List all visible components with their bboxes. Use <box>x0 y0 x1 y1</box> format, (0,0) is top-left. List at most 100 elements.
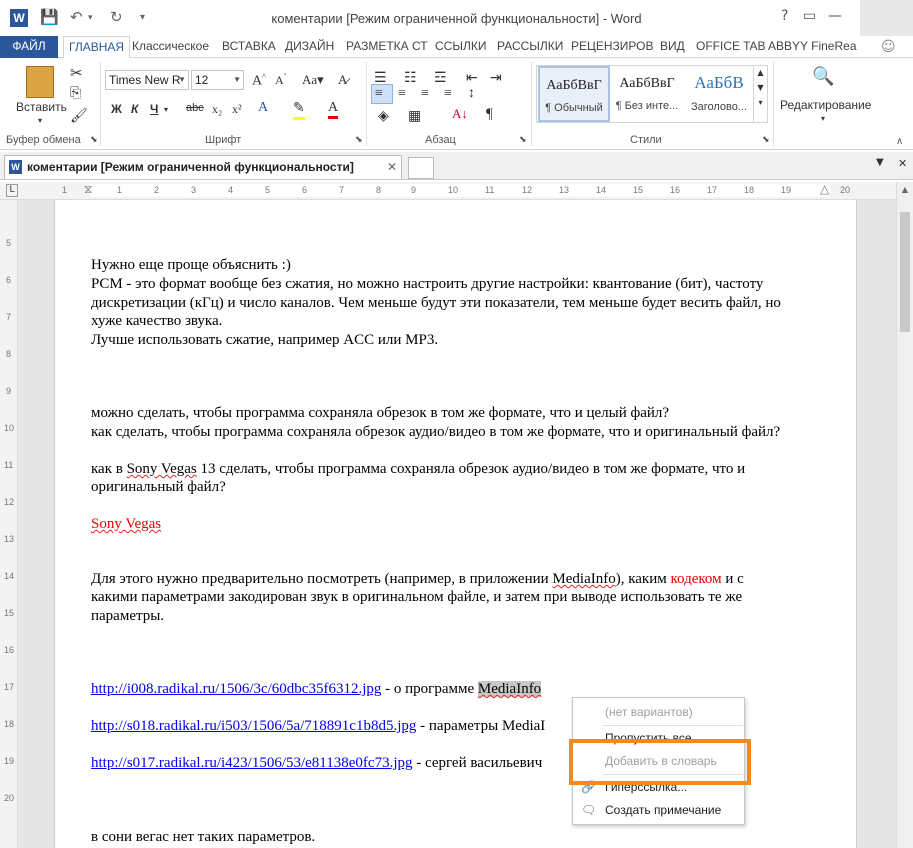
ruler-number: 3 <box>191 185 197 195</box>
tab-home[interactable]: ГЛАВНАЯ <box>63 36 131 59</box>
tab-review[interactable]: РЕЦЕНЗИРОВ <box>566 36 659 58</box>
superscript-button[interactable]: x² <box>232 102 242 117</box>
ribbon-display-icon[interactable]: ▭ <box>803 8 816 24</box>
scrollbar-thumb[interactable] <box>900 212 910 332</box>
font-launcher-icon[interactable]: ⬊ <box>355 134 363 145</box>
styles-group-label: Стили <box>630 134 662 146</box>
title-decoration <box>860 0 913 36</box>
editing-button[interactable]: Редактирование <box>780 98 871 112</box>
align-right-icon[interactable]: ≡ <box>421 86 429 102</box>
tab-layout[interactable]: РАЗМЕТКА СТ <box>341 36 433 58</box>
right-indent-marker-icon[interactable]: △ <box>820 182 829 196</box>
paste-icon[interactable] <box>26 66 54 98</box>
style-name: ¶ Обычный <box>545 102 603 114</box>
tab-classic[interactable]: Классическое <box>127 36 214 58</box>
indent-marker-icon[interactable]: ⧖ <box>84 182 92 197</box>
selected-misspelled-word[interactable]: MediaInfo <box>477 681 542 697</box>
scroll-up-icon[interactable]: ▲ <box>897 185 913 194</box>
tab-office-tab[interactable]: OFFICE TAB <box>691 36 771 58</box>
scroll-down-icon[interactable]: ▼ <box>754 83 767 92</box>
italic-button[interactable]: К <box>131 102 138 116</box>
shading-icon[interactable]: ◈ <box>378 108 389 125</box>
borders-icon[interactable]: ▦ <box>408 108 421 125</box>
show-marks-icon[interactable]: ¶ <box>486 106 493 123</box>
grow-font-icon[interactable]: A^ <box>252 72 266 90</box>
copy-icon[interactable]: ⎘ <box>70 86 81 102</box>
hyperlink[interactable]: http://i008.radikal.ru/1506/3c/60dbc35f6… <box>91 681 381 697</box>
styles-launcher-icon[interactable]: ⬊ <box>762 134 770 145</box>
tab-view[interactable]: ВИД <box>655 36 690 58</box>
separator <box>100 62 101 146</box>
binoculars-icon[interactable]: 🔍 <box>812 66 834 87</box>
paste-dropdown-icon[interactable]: ▾ <box>38 116 42 125</box>
ruler-number: 11 <box>4 460 14 470</box>
shrink-font-icon[interactable]: Aˇ <box>275 72 286 88</box>
more-icon[interactable]: ▾ <box>754 98 767 107</box>
misspelled-word[interactable]: MediaInfo <box>552 571 615 587</box>
ruler-number: 5 <box>6 238 12 248</box>
paragraph-launcher-icon[interactable]: ⬊ <box>519 134 527 145</box>
bold-button[interactable]: Ж <box>111 102 122 116</box>
help-button[interactable]: ? <box>781 8 788 24</box>
format-painter-icon[interactable]: 🖌 <box>70 108 88 125</box>
line-spacing-icon[interactable]: ↕ <box>468 86 475 102</box>
clear-format-icon[interactable]: A̷ <box>338 72 347 88</box>
subscript-button[interactable]: x₂ <box>212 102 222 117</box>
document-tab[interactable]: W коментарии [Режим ограниченной функцио… <box>4 155 402 179</box>
justify-icon[interactable]: ≡ <box>444 86 452 102</box>
underline-dropdown-icon[interactable]: ▾ <box>164 105 168 114</box>
multilevel-list-icon[interactable]: ☲ <box>434 70 447 87</box>
tab-references[interactable]: ССЫЛКИ <box>430 36 491 58</box>
style-no-spacing[interactable]: АаБбВвГ ¶ Без инте... <box>611 66 683 122</box>
chevron-down-icon: ▼ <box>178 75 186 84</box>
align-center-icon[interactable]: ≡ <box>398 86 406 102</box>
tab-list-icon[interactable]: ▼ <box>876 157 884 168</box>
style-normal[interactable]: АаБбВвГ ¶ Обычный <box>538 66 610 122</box>
tab-file[interactable]: ФАЙЛ <box>0 36 58 58</box>
gallery-scroll[interactable]: ▲ ▼ ▾ <box>753 66 767 122</box>
ruler-number: 14 <box>4 571 15 581</box>
text-effects-icon[interactable]: A <box>258 100 268 116</box>
close-tab-icon[interactable]: ✕ <box>387 156 397 178</box>
scroll-up-icon[interactable]: ▲ <box>754 68 767 77</box>
ruler-number: 16 <box>670 185 681 195</box>
new-tab-button[interactable] <box>408 157 434 179</box>
highlight-icon[interactable]: ✎ <box>293 100 305 120</box>
strikethrough-button[interactable]: abc <box>186 102 204 114</box>
change-case-icon[interactable]: Aa▾ <box>302 72 324 88</box>
collapse-ribbon-icon[interactable]: ∧ <box>896 136 903 147</box>
editing-dropdown-icon[interactable]: ▾ <box>821 114 825 123</box>
sort-icon[interactable]: A↓ <box>452 106 468 122</box>
tab-design[interactable]: ДИЗАЙН <box>280 36 339 58</box>
ruler-number: 11 <box>485 185 495 195</box>
hyperlink[interactable]: http://s018.radikal.ru/i503/1506/5a/7188… <box>91 718 416 734</box>
hyperlink[interactable]: http://s017.radikal.ru/i423/1506/53/e811… <box>91 755 412 771</box>
decrease-indent-icon[interactable]: ⇤ <box>466 70 478 87</box>
document-tab-bar: W коментарии [Режим ограниченной функцио… <box>0 152 913 180</box>
numbering-icon[interactable]: ☷ <box>404 70 417 87</box>
close-doc-icon[interactable]: ✕ <box>898 157 907 170</box>
style-heading[interactable]: АаБбВ Заголово... <box>683 66 755 122</box>
tab-selector[interactable]: L <box>6 184 18 197</box>
font-size-combo[interactable]: 12 ▼ <box>191 70 244 90</box>
cut-icon[interactable]: ✂ <box>70 64 83 83</box>
misspelled-word[interactable]: Sony Vegas <box>91 516 161 532</box>
clipboard-group-label: Буфер обмена <box>6 134 81 146</box>
tab-mailings[interactable]: РАССЫЛКИ <box>492 36 568 58</box>
ruler-number: 10 <box>4 423 15 433</box>
vertical-scrollbar[interactable]: ▲ <box>896 182 913 848</box>
font-name-combo[interactable]: Times New R ▼ <box>105 70 189 90</box>
clipboard-launcher-icon[interactable]: ⬊ <box>90 134 98 145</box>
tab-abbyy[interactable]: ABBYY FineRea <box>763 36 862 58</box>
misspelled-word[interactable]: Sony Vegas <box>127 461 197 477</box>
increase-indent-icon[interactable]: ⇥ <box>490 70 502 87</box>
font-color-icon[interactable]: A <box>328 100 339 119</box>
underline-button[interactable]: Ч <box>150 102 158 116</box>
tab-insert[interactable]: ВСТАВКА <box>217 36 281 58</box>
paste-button[interactable]: Вставить <box>16 100 67 114</box>
highlight-annotation-box <box>569 739 751 785</box>
minimize-button[interactable]: — <box>828 8 842 24</box>
menu-new-comment[interactable]: Создать примечание <box>605 803 721 817</box>
ruler-number: 12 <box>4 497 15 507</box>
user-icon[interactable]: ☺ <box>881 39 896 55</box>
